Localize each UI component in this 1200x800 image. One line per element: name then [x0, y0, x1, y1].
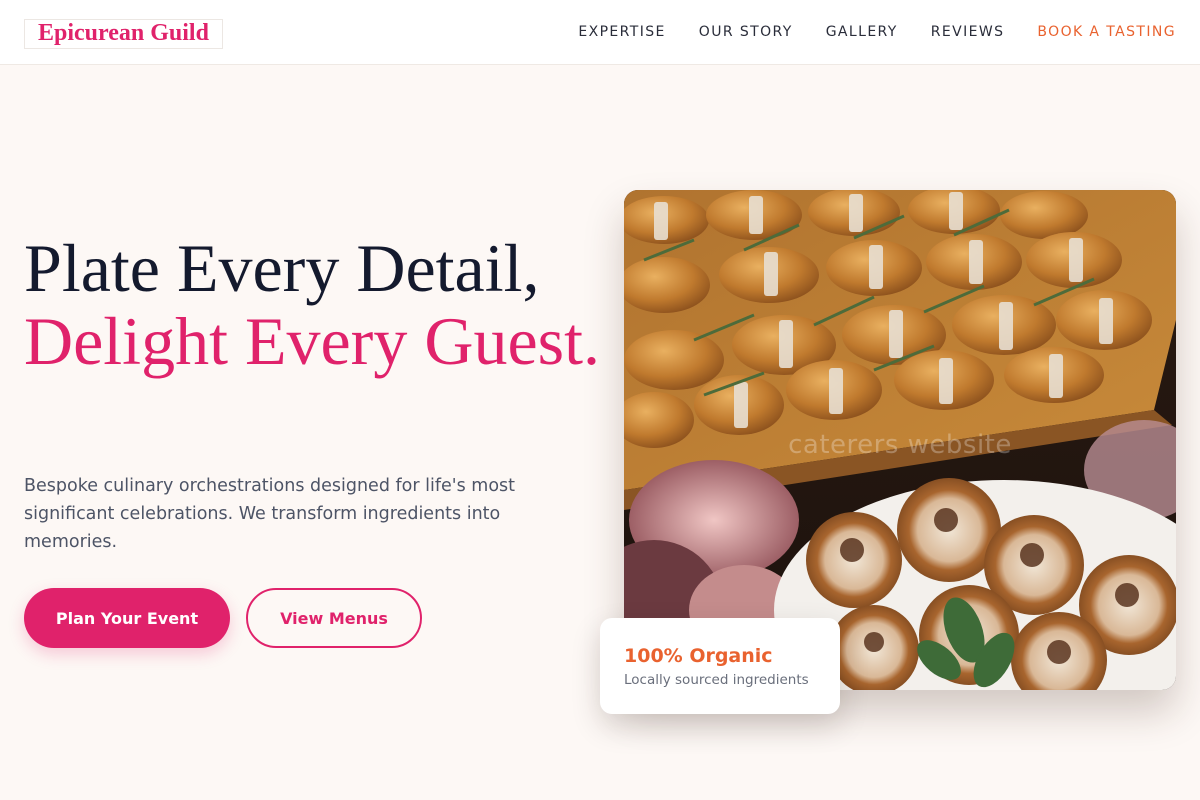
view-menus-button[interactable]: View Menus [246, 588, 422, 648]
badge-subtitle: Locally sourced ingredients [624, 672, 809, 688]
nav-gallery[interactable]: GALLERY [826, 22, 898, 42]
brand-logo[interactable]: Epicurean Guild [24, 19, 223, 49]
hero-headline: Plate Every Detail, Delight Every Guest. [24, 232, 604, 378]
plan-event-button[interactable]: Plan Your Event [24, 588, 230, 648]
nav-book-tasting[interactable]: BOOK A TASTING [1037, 22, 1176, 42]
hero-subtext: Bespoke culinary orchestrations designed… [24, 476, 515, 552]
nav-expertise[interactable]: EXPERTISE [578, 22, 665, 42]
site-header: Epicurean Guild EXPERTISE OUR STORY GALL… [0, 0, 1200, 65]
main-nav: EXPERTISE OUR STORY GALLERY REVIEWS BOOK… [578, 22, 1176, 42]
headline-line-2: Delight Every Guest. [24, 303, 600, 379]
headline-line-1: Plate Every Detail, [24, 230, 540, 306]
nav-reviews[interactable]: REVIEWS [931, 22, 1005, 42]
badge-title: 100% Organic [624, 645, 773, 667]
nav-our-story[interactable]: OUR STORY [699, 22, 793, 42]
image-watermark: caterers website [788, 430, 1012, 460]
organic-badge-card: 100% Organic Locally sourced ingredients [600, 618, 840, 714]
hero-food-image: caterers website [624, 190, 1176, 690]
